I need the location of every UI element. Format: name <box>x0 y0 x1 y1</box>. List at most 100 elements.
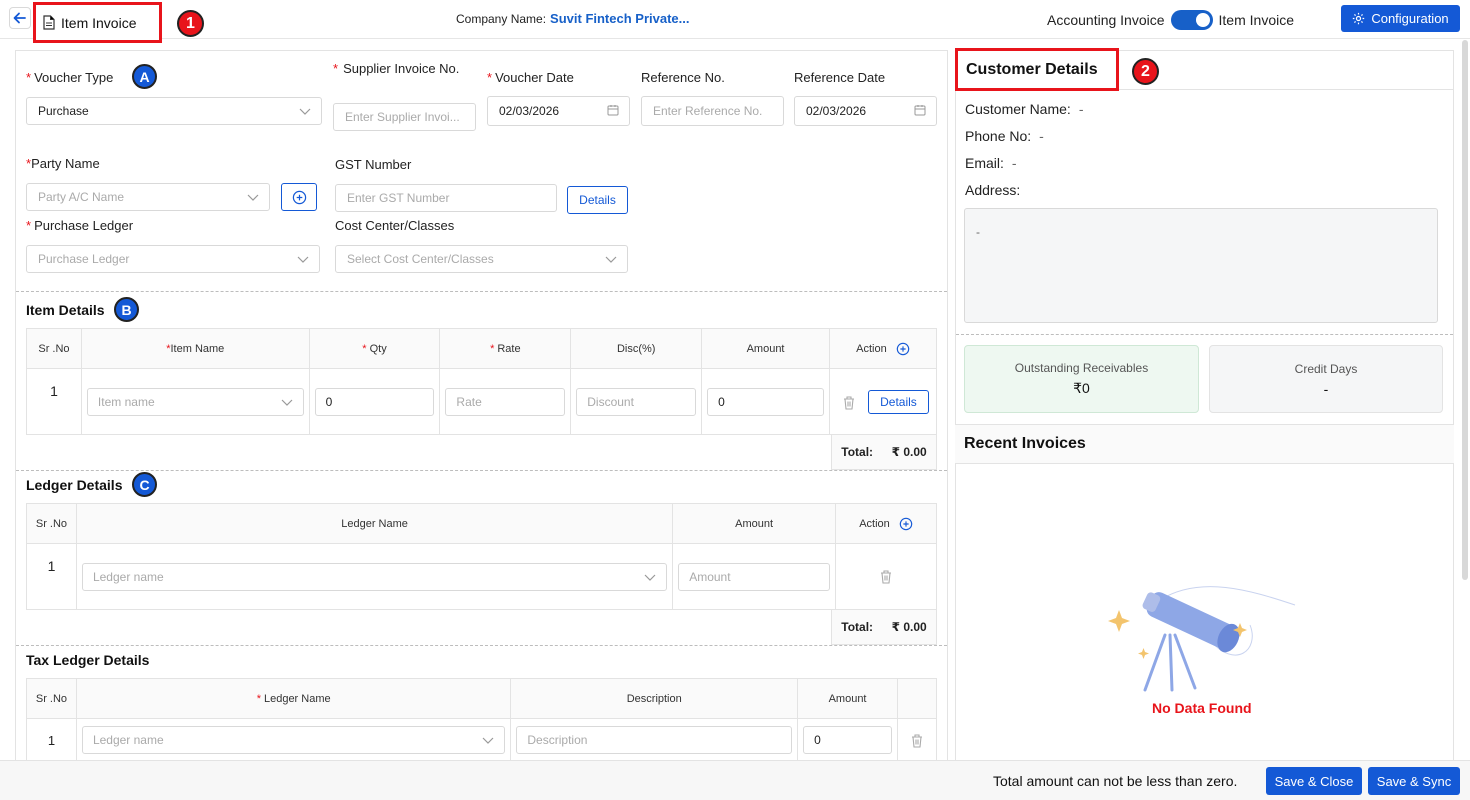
amount-input[interactable]: 0 <box>707 388 824 416</box>
disc-cell: Discount <box>570 368 703 435</box>
calendar-icon <box>607 105 619 116</box>
action-cell: Details <box>828 368 938 435</box>
company-name: Company Name: Suvit Fintech Private... <box>456 11 689 26</box>
tax-ledger-select[interactable]: Ledger name <box>81 726 506 754</box>
voucher-date-input[interactable]: 02/03/2026 <box>487 96 630 126</box>
tax-amount-input[interactable]: 0 <box>803 726 892 754</box>
annotation-badge-a: A <box>132 64 157 89</box>
col-amount: Amount <box>672 503 837 544</box>
add-party-button[interactable] <box>281 183 317 211</box>
item-total: Total: ₹ 0.00 <box>831 435 937 470</box>
recent-invoices-title: Recent Invoices <box>955 424 1454 464</box>
reference-date-input[interactable]: 02/03/2026 <box>794 96 937 126</box>
invoice-toggle-switch[interactable] <box>1170 10 1213 30</box>
plus-circle-icon <box>292 190 306 204</box>
credit-days-card: Credit Days - <box>1209 345 1443 413</box>
invoice-mode-toggle: Accounting Invoice Item Invoice <box>1047 10 1294 30</box>
trash-icon[interactable] <box>910 733 924 748</box>
footer-bar: Total amount can not be less than zero. … <box>0 760 1470 800</box>
supplier-invoice-input[interactable]: Enter Supplier Invoi... <box>333 103 476 131</box>
save-close-button[interactable]: Save & Close <box>1266 767 1362 795</box>
ledger-amount-input[interactable]: Amount <box>678 563 831 591</box>
calendar-icon <box>914 105 926 116</box>
rate-input[interactable]: Rate <box>445 388 566 416</box>
chevron-down-icon <box>605 256 617 263</box>
tax-ledger-title: Tax Ledger Details <box>26 652 150 668</box>
annotation-badge-1: 1 <box>177 10 204 37</box>
party-name-label: *Party Name <box>26 156 100 171</box>
trash-icon[interactable] <box>842 395 856 410</box>
description-input[interactable]: Description <box>516 726 793 754</box>
gst-details-button[interactable]: Details <box>567 186 628 214</box>
chevron-down-icon <box>281 399 293 406</box>
toggle-left-label: Accounting Invoice <box>1047 12 1165 28</box>
item-total-label: Total: <box>841 445 874 459</box>
col-action: Action <box>828 328 938 369</box>
add-row-icon[interactable] <box>899 517 913 531</box>
voucher-type-select[interactable]: Purchase <box>26 97 322 125</box>
voucher-type-label: * Voucher Type <box>26 70 114 85</box>
col-item-name: *Item Name <box>80 328 310 369</box>
col-disc: Disc(%) <box>570 328 703 369</box>
qty-input[interactable]: 0 <box>314 388 435 416</box>
rate-cell: Rate <box>439 368 572 435</box>
document-icon <box>43 15 55 30</box>
company-name-link[interactable]: Suvit Fintech Private... <box>550 11 689 26</box>
annotation-badge-b: B <box>114 297 139 322</box>
col-action <box>897 678 937 719</box>
col-ledger-name: * Ledger Name <box>75 678 512 719</box>
section-divider <box>956 334 1453 335</box>
item-name-select[interactable]: Item name <box>86 388 304 416</box>
col-amount: Amount <box>797 678 898 719</box>
telescope-illustration <box>1108 586 1296 692</box>
gst-number-input[interactable]: Enter GST Number <box>335 184 557 212</box>
col-action: Action <box>835 503 937 544</box>
ledger-details-title: Ledger Details <box>26 477 123 493</box>
configuration-label: Configuration <box>1371 11 1449 26</box>
supplier-invoice-label: * Supplier Invoice No. <box>333 61 460 76</box>
trash-icon[interactable] <box>879 569 893 584</box>
gear-icon <box>1353 12 1365 25</box>
item-total-value: ₹ 0.00 <box>891 445 927 459</box>
chevron-down-icon <box>299 108 311 115</box>
credit-days-value: - <box>1323 380 1329 397</box>
discount-input[interactable]: Discount <box>576 388 697 416</box>
reference-no-input[interactable]: Enter Reference No. <box>641 96 784 126</box>
item-details-button[interactable]: Details <box>867 390 929 414</box>
col-description: Description <box>510 678 799 719</box>
configuration-button[interactable]: Configuration <box>1341 5 1460 32</box>
save-sync-button[interactable]: Save & Sync <box>1368 767 1460 795</box>
reference-date-label: Reference Date <box>794 70 886 85</box>
add-row-icon[interactable] <box>896 342 910 356</box>
address-label: Address: <box>965 182 1021 198</box>
cost-center-select[interactable]: Select Cost Center/Classes <box>335 245 628 273</box>
section-divider <box>16 291 947 292</box>
ledger-total-label: Total: <box>841 620 874 634</box>
ledger-name-cell: Ledger name <box>75 543 674 610</box>
amount-cell: Amount <box>672 543 837 610</box>
company-label: Company Name: <box>456 12 547 26</box>
ledger-total: Total: ₹ 0.00 <box>831 610 937 645</box>
gst-number-label: GST Number <box>335 157 412 172</box>
section-divider <box>16 470 947 471</box>
scrollbar[interactable] <box>1462 40 1468 580</box>
ledger-name-select[interactable]: Ledger name <box>81 563 668 591</box>
back-button[interactable] <box>9 7 31 29</box>
toggle-knob <box>1195 13 1210 27</box>
ledger-details-table: Sr .No Ledger Name Amount Action 1 Ledge… <box>26 503 937 610</box>
annotation-badge-c: C <box>132 472 157 497</box>
action-cell <box>835 543 937 610</box>
top-bar: Item Invoice 1 Company Name: Suvit Fintec… <box>0 0 1470 43</box>
purchase-ledger-select[interactable]: Purchase Ledger <box>26 245 320 273</box>
party-name-select[interactable]: Party A/C Name <box>26 183 270 211</box>
col-amount: Amount <box>701 328 830 369</box>
chevron-down-icon <box>247 194 259 201</box>
col-ledger-name: Ledger Name <box>75 503 674 544</box>
outstanding-label: Outstanding Receivables <box>1014 361 1149 375</box>
col-sr-no: Sr .No <box>26 328 82 369</box>
voucher-date-label: * Voucher Date <box>487 70 574 85</box>
table-row: 1 Item name 0 Rate Discount 0 Details <box>26 368 938 435</box>
item-details-title: Item Details <box>26 302 105 318</box>
arrow-left-icon <box>13 12 26 24</box>
customer-name: Customer Name: - <box>965 101 1084 117</box>
